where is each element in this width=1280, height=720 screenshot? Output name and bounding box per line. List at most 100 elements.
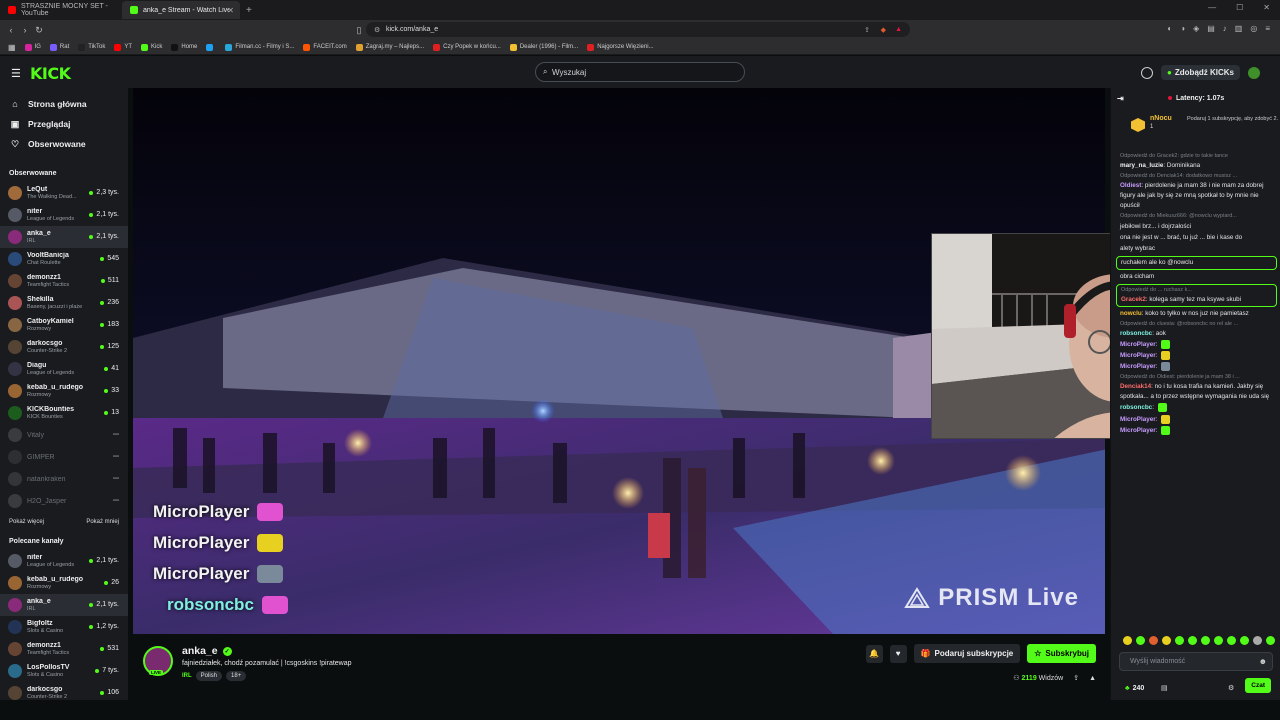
chat-username[interactable]: Denciak14 bbox=[1120, 383, 1151, 390]
share-icon[interactable]: ⇪ bbox=[1073, 674, 1079, 682]
channel-item[interactable]: niter League of Legends 2,1 tys. bbox=[0, 550, 128, 572]
shield-icon[interactable]: ◆ bbox=[881, 26, 886, 34]
sidebar-nav-item[interactable]: ▣ Przeglądaj bbox=[0, 114, 128, 134]
channel-item-offline[interactable]: H2O_Jasper ▬ bbox=[0, 490, 128, 512]
channel-item[interactable]: LosPollosTV Slots & Casino 7 tys. bbox=[0, 660, 128, 682]
chat-send-button[interactable]: Czat bbox=[1245, 678, 1271, 693]
streamer-name[interactable]: anka_e bbox=[182, 645, 218, 657]
search-input[interactable]: ⌕ Wyszukaj bbox=[535, 62, 745, 82]
channel-item[interactable]: CatboyKamiel Rozmowy 183 bbox=[0, 314, 128, 336]
tag-age[interactable]: 18+ bbox=[226, 671, 247, 681]
quick-emote-icon[interactable] bbox=[1201, 636, 1210, 645]
chat-username[interactable]: MicroPlayer bbox=[1120, 427, 1156, 434]
bookmark-item[interactable]: Rat bbox=[49, 43, 69, 51]
show-more-button[interactable]: Pokaż więcej bbox=[9, 519, 44, 525]
bookmark-item[interactable] bbox=[206, 43, 216, 51]
channel-item[interactable]: kebab_u_rudego Rozmowy 33 bbox=[0, 380, 128, 402]
bookmark-item[interactable]: Home bbox=[171, 43, 197, 51]
quick-emote-icon[interactable] bbox=[1188, 636, 1197, 645]
subscribe-button[interactable]: ☆ Subskrybuj bbox=[1027, 644, 1096, 663]
sidebar-nav-item[interactable]: ♡ Obserwowane bbox=[0, 134, 128, 154]
bookmark-item[interactable]: Czy Popek w końcu... bbox=[433, 43, 501, 51]
notification-bell-button[interactable]: 🔔 bbox=[865, 644, 883, 663]
chat-username[interactable]: Gracek2 bbox=[1121, 296, 1146, 303]
quick-emote-icon[interactable] bbox=[1266, 636, 1275, 645]
bookmark-item[interactable]: FACEIT.com bbox=[303, 43, 347, 51]
channel-item[interactable]: VooltBanicja Chat Roulette 545 bbox=[0, 248, 128, 270]
close-tab-icon[interactable]: ✕ bbox=[227, 6, 234, 15]
chat-username[interactable]: robsoncbc bbox=[1120, 330, 1152, 337]
channel-item[interactable]: demonzz1 Teamfight Tactics 531 bbox=[0, 638, 128, 660]
music-icon[interactable]: ♪ bbox=[1223, 24, 1227, 33]
notifications-icon[interactable] bbox=[1141, 66, 1154, 79]
channel-item[interactable]: darkocsgo Counter-Strike 2 106 bbox=[0, 682, 128, 700]
report-icon[interactable]: ▲ bbox=[1089, 675, 1096, 682]
menu-icon[interactable]: ≡ bbox=[1265, 24, 1270, 33]
chat-username[interactable]: mary_na_luzie bbox=[1120, 162, 1163, 169]
minimize-icon[interactable]: — bbox=[1208, 3, 1216, 12]
site-info-icon[interactable]: ⚙ bbox=[374, 26, 380, 34]
quick-emote-icon[interactable] bbox=[1175, 636, 1184, 645]
chat-mode-icon[interactable]: ▤ bbox=[1161, 684, 1168, 692]
kick-logo[interactable]: KICK bbox=[30, 64, 71, 83]
chat-username[interactable]: MicroPlayer bbox=[1120, 341, 1156, 348]
sidebar-nav-item[interactable]: ⌂ Strona główna bbox=[0, 94, 128, 114]
channel-item[interactable]: darkocsgo Counter-Strike 2 125 bbox=[0, 336, 128, 358]
chat-input[interactable]: Wyślij wiadomość ☻ bbox=[1119, 652, 1273, 671]
category-link[interactable]: IRL bbox=[182, 673, 192, 679]
channel-item-offline[interactable]: natankraken ▬ bbox=[0, 468, 128, 490]
channel-item[interactable]: kebab_u_rudego Rozmowy 26 bbox=[0, 572, 128, 594]
quick-emote-icon[interactable] bbox=[1162, 636, 1171, 645]
quick-emote-icon[interactable] bbox=[1149, 636, 1158, 645]
bookmark-item[interactable]: Kick bbox=[141, 43, 162, 51]
apps-icon[interactable]: ▦ bbox=[8, 43, 16, 52]
pinned-gift-banner[interactable]: nNocu 1 Podaruj 1 subskrypcję, aby zdoby… bbox=[1117, 112, 1278, 142]
forward-icon[interactable]: › bbox=[18, 25, 32, 35]
gift-subs-button[interactable]: 🎁 Podaruj subskrypcje bbox=[913, 644, 1021, 663]
browser-tab-kick[interactable]: anka_e Stream - Watch Live o ✕ bbox=[122, 1, 240, 19]
extension-icon[interactable]: ◐ bbox=[1167, 24, 1172, 33]
channel-item[interactable]: Diagu League of Legends 41 bbox=[0, 358, 128, 380]
quick-emote-icon[interactable] bbox=[1123, 636, 1132, 645]
channel-item[interactable]: KICKBounties KICK Bounties 13 bbox=[0, 402, 128, 424]
bookmark-item[interactable]: Najgorsze Więzieni... bbox=[587, 43, 654, 51]
chat-username[interactable]: robsoncbc bbox=[1120, 405, 1152, 412]
quick-emote-icon[interactable] bbox=[1240, 636, 1249, 645]
profile-icon[interactable]: ◎ bbox=[1250, 24, 1257, 33]
menu-icon[interactable]: ☰ bbox=[11, 67, 21, 80]
warning-icon[interactable]: ▲ bbox=[895, 26, 902, 33]
follow-heart-button[interactable]: ♥ bbox=[889, 644, 907, 663]
channel-item[interactable]: niter League of Legends 2,1 tys. bbox=[0, 204, 128, 226]
chat-username[interactable]: MicroPlayer bbox=[1120, 416, 1156, 423]
bookmark-item[interactable]: YT bbox=[114, 43, 132, 51]
channel-points[interactable]: ♣ 240 bbox=[1125, 685, 1144, 692]
channel-item[interactable]: Shekilla Baseny, jacuzzi i plaże 236 bbox=[0, 292, 128, 314]
get-kicks-button[interactable]: ● Zdobądź KICKs bbox=[1161, 65, 1240, 80]
quick-emote-icon[interactable] bbox=[1227, 636, 1236, 645]
extension-icon[interactable]: ◈ bbox=[1193, 24, 1199, 33]
chat-settings-icon[interactable]: ⚙ bbox=[1228, 684, 1234, 692]
chat-username[interactable]: nowclu bbox=[1120, 310, 1142, 317]
channel-item[interactable]: LeQut The Walking Dead... 2,3 tys. bbox=[0, 182, 128, 204]
url-field[interactable]: ⚙ kick.com/anka_e ⇪ ◆ ▲ bbox=[366, 22, 910, 37]
channel-item-offline[interactable]: Vitaly ▬ bbox=[0, 424, 128, 446]
show-less-button[interactable]: Pokaż mniej bbox=[86, 519, 119, 525]
browser-tab-youtube[interactable]: STRASZNIE MOCNY SET - YouTube bbox=[0, 1, 122, 19]
channel-item[interactable]: anka_e IRL 2,1 tys. bbox=[0, 594, 128, 616]
quick-emote-icon[interactable] bbox=[1136, 636, 1145, 645]
channel-item[interactable]: Bigfoltz Slots & Casino 1,2 tys. bbox=[0, 616, 128, 638]
user-avatar[interactable] bbox=[1248, 66, 1260, 79]
maximize-icon[interactable]: ☐ bbox=[1236, 3, 1243, 12]
bookmark-icon[interactable]: ▯ bbox=[352, 25, 366, 36]
reload-icon[interactable]: ↻ bbox=[32, 25, 46, 36]
channel-item[interactable]: demonzz1 Teamfight Tactics 511 bbox=[0, 270, 128, 292]
bookmark-item[interactable]: TikTok bbox=[78, 43, 105, 51]
tag-language[interactable]: Polish bbox=[195, 671, 223, 681]
bookmark-item[interactable]: Dealer (1996) - Film... bbox=[509, 43, 578, 51]
channel-item-offline[interactable]: GIMPER ▬ bbox=[0, 446, 128, 468]
chat-username[interactable]: MicroPlayer bbox=[1120, 352, 1156, 359]
new-tab-button[interactable]: + bbox=[246, 5, 252, 16]
quick-emote-icon[interactable] bbox=[1253, 636, 1262, 645]
chat-username[interactable]: Oldiest bbox=[1120, 182, 1141, 189]
bookmark-item[interactable]: IG bbox=[24, 43, 41, 51]
